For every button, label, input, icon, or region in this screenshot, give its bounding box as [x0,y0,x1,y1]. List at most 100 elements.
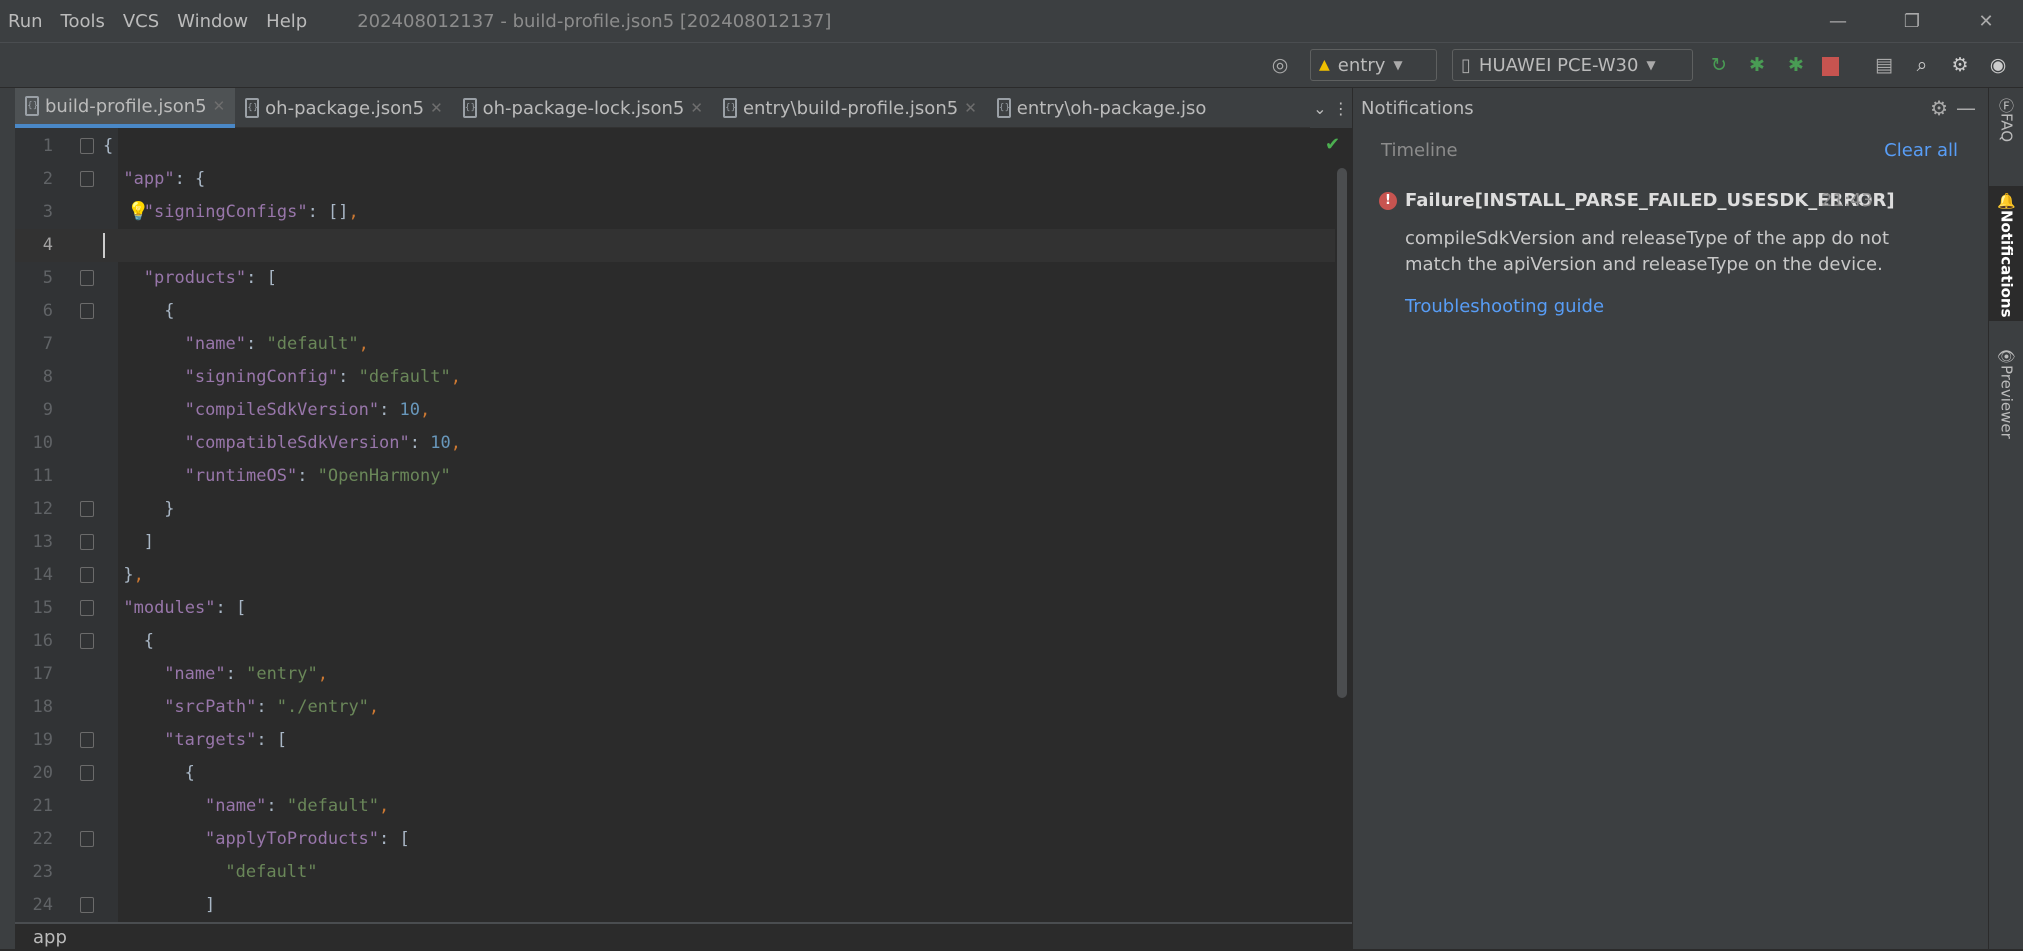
menu-window[interactable]: Window [177,11,248,32]
attach-debugger-icon[interactable]: ✱ [1784,53,1808,77]
close-window-button[interactable]: ✕ [1949,0,2023,43]
fold-collapse-icon[interactable] [80,138,94,154]
code-token: "./entry" [276,697,369,717]
fold-end-icon[interactable] [80,567,94,583]
close-tab-icon[interactable]: ✕ [690,99,703,117]
code-line[interactable]: 23 "default" [15,856,1335,889]
code-line[interactable]: 17 "name": "entry", [15,658,1335,691]
run-icon[interactable]: ↻ [1707,53,1731,77]
menu-tools[interactable]: Tools [61,11,105,32]
code-line[interactable]: 12} [15,493,1335,526]
code-line[interactable]: 3 💡 "signingConfigs": [], [15,196,1335,229]
code-token: "name" [184,334,247,354]
code-line[interactable]: 16 { [15,625,1335,658]
tool-tab-notifications[interactable]: 🔔 Notifications [1989,186,2023,321]
hide-panel-icon[interactable]: — [1956,96,1976,120]
fold-collapse-icon[interactable] [80,270,94,286]
code-token: "applyToProducts" [205,829,379,849]
code-line[interactable]: 5 "products": [ [15,262,1335,295]
fold-collapse-icon[interactable] [80,765,94,781]
fold-end-icon[interactable] [80,534,94,550]
fold-collapse-icon[interactable] [80,303,94,319]
troubleshooting-guide-link[interactable]: Troubleshooting guide [1405,296,1604,317]
code-line[interactable]: 20 { [15,757,1335,790]
notification-body: compileSdkVersion and releaseType of the… [1405,228,1889,275]
code-text: "default" [225,856,317,889]
close-tab-icon[interactable]: ✕ [964,99,977,117]
tab-0[interactable]: {} build-profile.json5 ✕ [15,88,236,128]
search-icon[interactable]: ⌕ [1910,53,1934,77]
line-number: 21 [32,796,53,816]
code-line[interactable]: 6{ [15,295,1335,328]
line-number: 20 [32,763,53,783]
locate-icon[interactable]: ◎ [1268,53,1292,77]
line-number: 3 [42,202,53,222]
code-line[interactable]: 4 [15,229,1335,262]
code-line[interactable]: 18 "srcPath": "./entry", [15,691,1335,724]
clear-all-link[interactable]: Clear all [1884,140,1958,161]
tool-tab-label: Previewer [1997,365,2016,439]
tabs-dropdown-icon[interactable]: ⌄ [1313,99,1326,118]
code-line[interactable]: 21 "name": "default", [15,790,1335,823]
line-number: 24 [32,895,53,915]
code-line[interactable]: 13] [15,526,1335,559]
breadcrumb[interactable]: app [15,922,1352,949]
tab-1[interactable]: {} oh-package.json5 ✕ [235,88,452,128]
minimize-button[interactable]: — [1801,0,1875,43]
code-token: "name" [205,796,267,816]
notification-time: 21:43 [1821,190,1873,211]
code-line[interactable]: 1{ [15,130,1335,163]
module-select[interactable]: ▲ entry ▼ [1310,49,1437,81]
more-options-icon[interactable]: ⋮ [1333,99,1349,118]
menu-run[interactable]: Run [8,11,43,32]
close-tab-icon[interactable]: ✕ [213,97,226,115]
code-line[interactable]: 10 "compatibleSdkVersion": 10, [15,427,1335,460]
fold-collapse-icon[interactable] [80,600,94,616]
code-line[interactable]: 19 "targets": [ [15,724,1335,757]
code-line[interactable]: 24] [15,889,1335,922]
lightbulb-icon[interactable]: 💡 [127,202,149,222]
code-text: ] [144,526,154,559]
code-line[interactable]: 11 "runtimeOS": "OpenHarmony" [15,460,1335,493]
code-token: 10 [399,400,421,420]
code-token: : [ [256,730,288,750]
restore-button[interactable]: ❐ [1875,0,1949,43]
gear-icon[interactable]: ⚙ [1930,96,1948,120]
menu-vcs[interactable]: VCS [123,11,159,32]
debug-icon[interactable]: ✱ [1745,53,1769,77]
code-editor[interactable]: ✔ 1{2 "app": {3 💡 "signingConfigs": [], 4 5 "p… [15,128,1352,922]
fold-collapse-icon[interactable] [80,831,94,847]
tab-3[interactable]: {} entry\build-profile.json5 ✕ [713,88,987,128]
device-select[interactable]: ▯ HUAWEI PCE-W30 ▼ [1452,49,1693,81]
code-token: : [] [307,202,349,222]
code-line[interactable]: 15 "modules": [ [15,592,1335,625]
close-tab-icon[interactable]: ✕ [430,99,443,117]
fold-collapse-icon[interactable] [80,633,94,649]
account-icon[interactable]: ◉ [1986,53,2010,77]
tab-2[interactable]: {} oh-package-lock.json5 ✕ [453,88,713,128]
code-line[interactable]: 14}, [15,559,1335,592]
code-text: "runtimeOS": "OpenHarmony" [185,460,451,493]
left-tool-strip [0,88,15,949]
code-line[interactable]: 9 "compileSdkVersion": 10, [15,394,1335,427]
tab-4[interactable]: {} entry\oh-package.jso [987,88,1217,128]
code-line[interactable]: 7 "name": "default", [15,328,1335,361]
tool-tab-previewer[interactable]: 👁 Previewer [1989,340,2023,450]
project-structure-icon[interactable]: ▤ [1872,53,1896,77]
code-token: , [368,697,380,717]
line-number: 8 [42,367,53,387]
fold-end-icon[interactable] [80,501,94,517]
code-line[interactable]: 22 "applyToProducts": [ [15,823,1335,856]
code-token: "runtimeOS" [184,466,298,486]
code-line[interactable]: 2 "app": { [15,163,1335,196]
fold-collapse-icon[interactable] [80,171,94,187]
fold-end-icon[interactable] [80,897,94,913]
code-line[interactable]: 8 "signingConfig": "default", [15,361,1335,394]
stop-icon[interactable] [1822,57,1839,76]
menu-help[interactable]: Help [266,11,307,32]
editor-scrollbar[interactable] [1337,168,1347,698]
fold-collapse-icon[interactable] [80,732,94,748]
code-token: "compatibleSdkVersion" [184,433,410,453]
settings-icon[interactable]: ⚙ [1948,53,1972,77]
tool-tab-faq[interactable]: Ⓕ FAQ [1989,92,2023,162]
